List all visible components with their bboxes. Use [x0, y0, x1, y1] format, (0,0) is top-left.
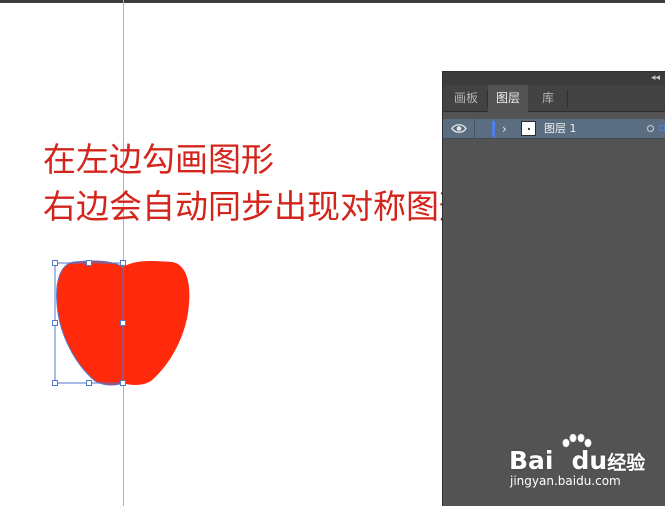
- baidu-jingyan-watermark: Bai du经验 jingyan.baidu.com: [509, 432, 659, 494]
- thumbnail-dot: [528, 128, 530, 130]
- illustrator-workspace: 在左边勾画图形 右边会自动同步出现对称图形 ◂◂ 画板 图层 库 › 图层 1 …: [0, 0, 665, 506]
- panel-tab-bar: 画板 图层 库: [443, 85, 665, 112]
- collapse-icon[interactable]: ◂◂: [651, 73, 660, 84]
- handle-bottom-left: [52, 380, 58, 386]
- target-circle-icon[interactable]: [647, 125, 654, 132]
- watermark-url: jingyan.baidu.com: [510, 474, 621, 488]
- tab-separator: [567, 90, 568, 107]
- handle-top-left: [52, 260, 58, 266]
- handle-middle-right: [120, 320, 126, 326]
- handle-middle-left: [52, 320, 58, 326]
- handle-top-middle: [86, 260, 92, 266]
- eye-icon[interactable]: [451, 122, 467, 135]
- mirrored-half-shape: [123, 261, 190, 385]
- layer-thumbnail: [521, 121, 536, 136]
- left-half-shape[interactable]: [56, 261, 123, 385]
- chevron-right-icon[interactable]: ›: [502, 120, 507, 138]
- tab-libraries[interactable]: 库: [529, 85, 567, 112]
- handle-bottom-middle: [86, 380, 92, 386]
- layer-row[interactable]: › 图层 1: [443, 119, 665, 139]
- handle-top-right: [120, 260, 126, 266]
- selection-indicator-icon[interactable]: [659, 125, 665, 131]
- handle-bottom-right: [120, 380, 126, 386]
- logo-du: du: [571, 446, 608, 475]
- tab-artboards[interactable]: 画板: [445, 85, 487, 112]
- tab-layers[interactable]: 图层: [488, 85, 528, 112]
- visibility-column-divider: [474, 119, 475, 139]
- layer-name[interactable]: 图层 1: [544, 119, 577, 139]
- logo-jingyan: 经验: [607, 452, 646, 474]
- panel-title-bar[interactable]: ◂◂: [443, 72, 665, 85]
- tab-separator: [487, 90, 488, 107]
- watermark-logo: Bai du经验: [509, 446, 645, 475]
- layer-color-indicator: [492, 121, 495, 137]
- logo-bai: Bai: [509, 446, 554, 475]
